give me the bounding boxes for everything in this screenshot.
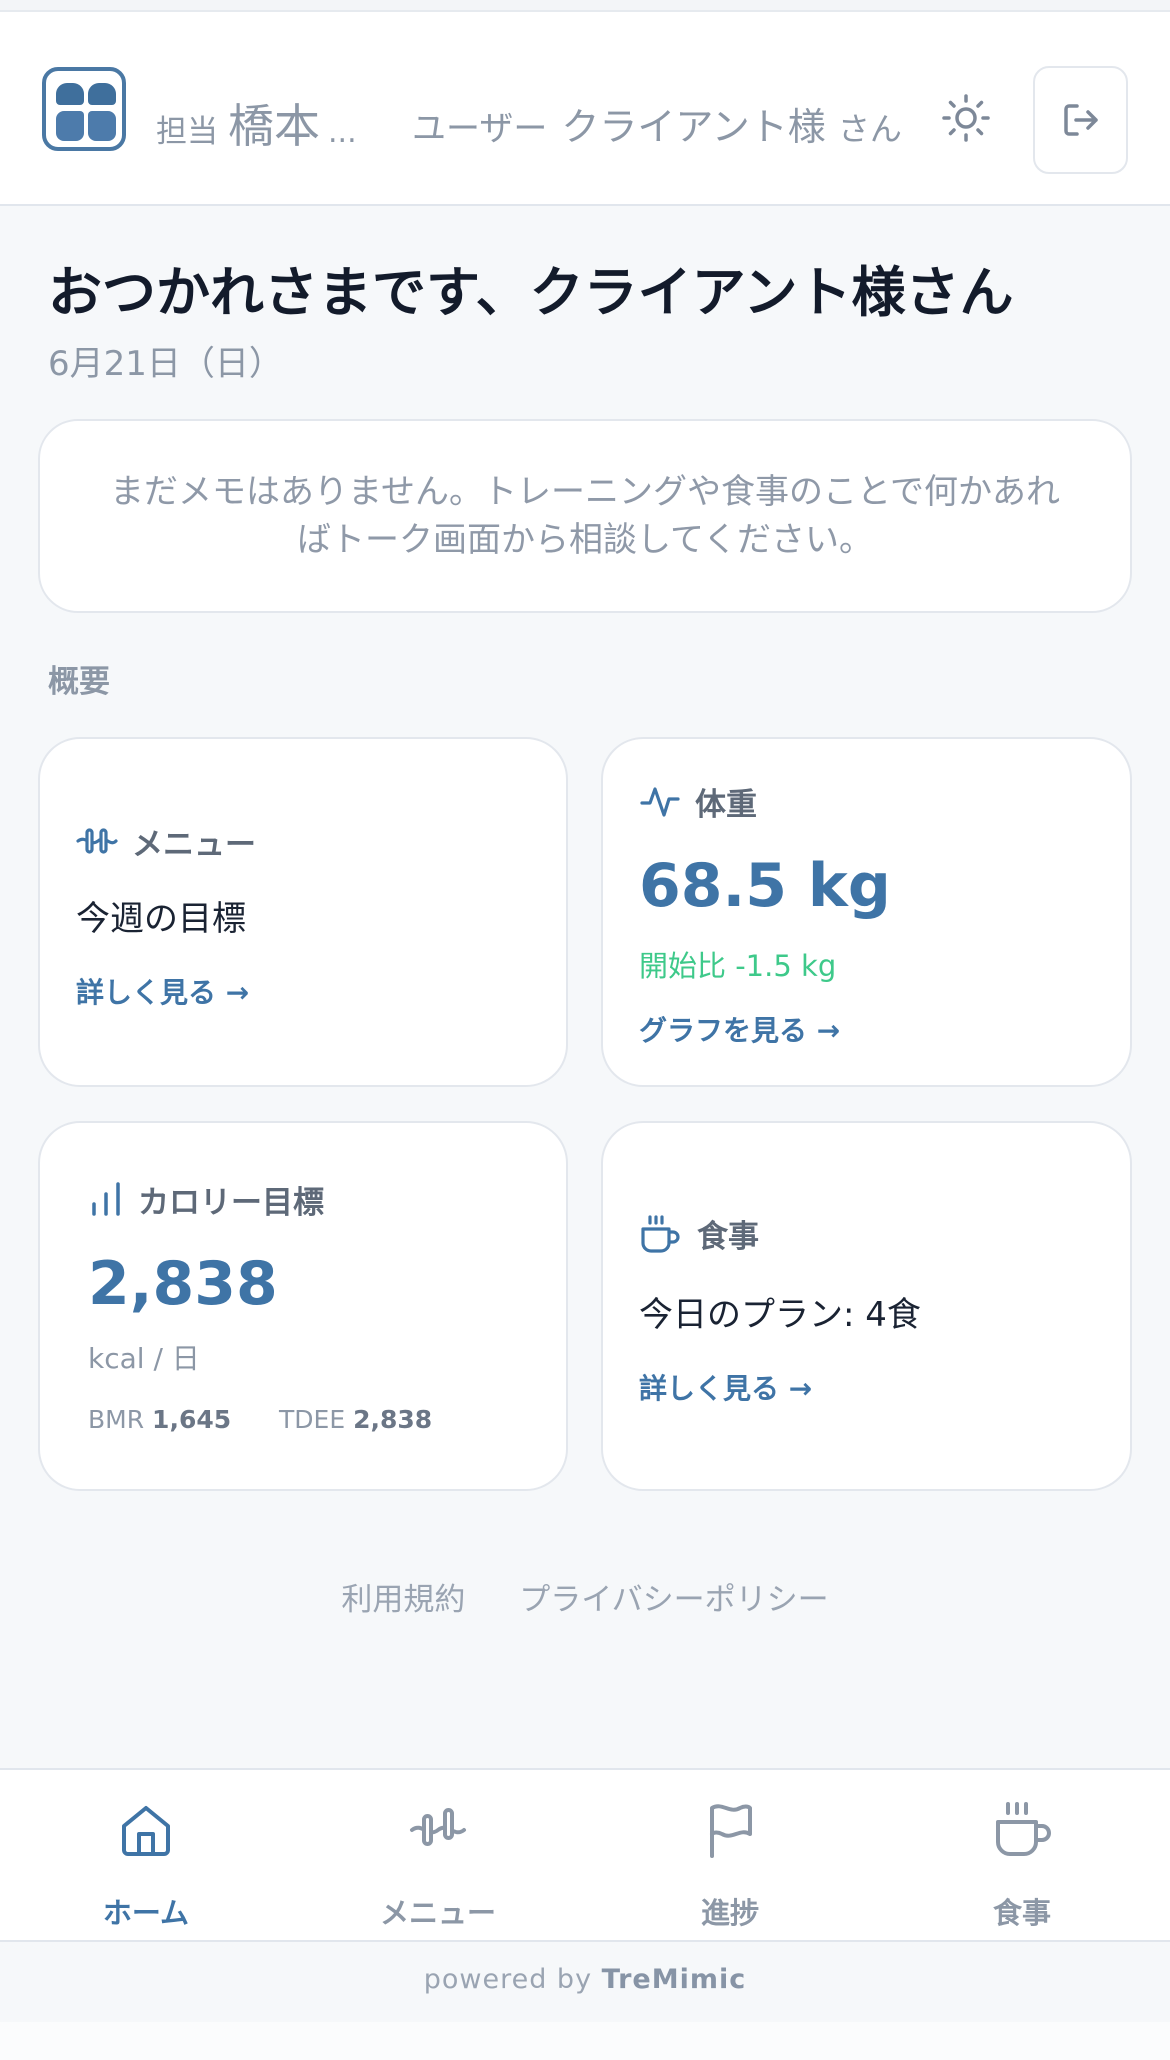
footer-links: 利用規約 プライバシーポリシー bbox=[0, 1574, 1170, 1619]
calorie-unit: kcal / 日 bbox=[88, 1342, 200, 1375]
dumbbell-icon bbox=[410, 1808, 466, 1846]
weight-diff: 開始比 -1.5 kg bbox=[639, 949, 837, 983]
calorie-card: カロリー目標 2,838 kcal / 日 BMR 1,645 TDEE 2,8… bbox=[38, 1121, 568, 1491]
menu-card-title: メニュー bbox=[132, 827, 256, 863]
activity-pulse-icon bbox=[640, 786, 680, 817]
nav-item-home[interactable]: ホーム bbox=[0, 1770, 292, 1944]
status-strip bbox=[0, 0, 1170, 12]
app-logo-icon bbox=[42, 67, 126, 151]
nav-item-progress[interactable]: 進捗 bbox=[584, 1770, 876, 1944]
nav-item-meal[interactable]: 食事 bbox=[876, 1770, 1168, 1944]
memo-empty-text: まだメモはありません。トレーニングや食事のことで何かあればトーク画面から相談して… bbox=[110, 472, 1060, 560]
meal-plan-text: 今日のプラン: 4食 bbox=[639, 1295, 921, 1335]
app-header: 担当 橋本 ... ユーザー クライアント様 さん bbox=[0, 12, 1170, 206]
coffee-cup-icon bbox=[641, 1214, 680, 1253]
logout-button[interactable] bbox=[1033, 66, 1128, 174]
powered-by: powered by TreMimic bbox=[0, 1964, 1170, 1995]
bottom-strip bbox=[0, 2022, 1170, 2060]
bottom-navigation: ホーム メニュー 進捗 食事 bbox=[0, 1768, 1170, 1942]
weight-value: 68.5 kg bbox=[639, 851, 891, 921]
weight-card[interactable]: 体重 68.5 kg 開始比 -1.5 kg グラフを見る → bbox=[601, 737, 1132, 1087]
overview-heading: 概要 bbox=[48, 664, 110, 700]
powered-prefix: powered by bbox=[423, 1964, 593, 1995]
powered-brand: TreMimic bbox=[601, 1964, 747, 1995]
meal-detail-link[interactable]: 詳しく見る → bbox=[639, 1367, 812, 1407]
user-label: ユーザー bbox=[412, 109, 548, 149]
dumbbell-icon bbox=[76, 827, 118, 854]
menu-detail-link[interactable]: 詳しく見る → bbox=[76, 971, 249, 1011]
calorie-card-title: カロリー目標 bbox=[138, 1185, 324, 1221]
home-icon bbox=[122, 1806, 170, 1856]
menu-card[interactable]: メニュー 今週の目標 詳しく見る → bbox=[38, 737, 568, 1087]
nav-label-menu: メニュー bbox=[379, 1896, 496, 1930]
nav-label-home: ホーム bbox=[102, 1896, 190, 1930]
greeting-title: おつかれさまです、クライアント様さん bbox=[48, 261, 1014, 324]
trainer-name: 橋本 bbox=[228, 99, 320, 153]
nav-item-menu[interactable]: メニュー bbox=[292, 1770, 584, 1944]
terms-link[interactable]: 利用規約 bbox=[341, 1582, 465, 1618]
user-suffix: さん bbox=[837, 110, 902, 148]
flag-icon bbox=[710, 1804, 752, 1858]
nav-label-meal: 食事 bbox=[992, 1896, 1051, 1930]
meal-card-title: 食事 bbox=[697, 1219, 759, 1255]
trainer-info: 担当 橋本 ... bbox=[156, 90, 357, 153]
bar-chart-icon bbox=[92, 1181, 120, 1216]
bmr-label: BMR bbox=[88, 1405, 145, 1434]
current-date: 6月21日（日） bbox=[48, 344, 283, 384]
privacy-policy-link[interactable]: プライバシーポリシー bbox=[519, 1582, 828, 1618]
tdee-value: 2,838 bbox=[353, 1405, 433, 1434]
logout-icon bbox=[1063, 104, 1098, 136]
calorie-stats: BMR 1,645 TDEE 2,838 bbox=[88, 1405, 432, 1434]
user-name: クライアント様 bbox=[561, 105, 826, 149]
bmr-value: 1,645 bbox=[152, 1405, 232, 1434]
calorie-value: 2,838 bbox=[88, 1249, 278, 1319]
tdee-label: TDEE bbox=[279, 1405, 346, 1434]
weight-card-title: 体重 bbox=[695, 787, 757, 823]
meal-card[interactable]: 食事 今日のプラン: 4食 詳しく見る → bbox=[601, 1121, 1132, 1491]
weight-graph-link[interactable]: グラフを見る → bbox=[639, 1009, 840, 1049]
nav-label-progress: 進捗 bbox=[700, 1896, 759, 1930]
menu-card-body: 今週の目標 bbox=[76, 899, 246, 939]
trainer-label: 担当 bbox=[156, 114, 218, 150]
coffee-cup-icon bbox=[996, 1802, 1051, 1856]
memo-card: まだメモはありません。トレーニングや食事のことで何かあればトーク画面から相談して… bbox=[38, 419, 1132, 613]
theme-toggle-sun-icon[interactable] bbox=[940, 92, 992, 144]
user-info: ユーザー クライアント様 さん bbox=[412, 96, 902, 151]
trainer-name-ellipsis: ... bbox=[328, 115, 357, 150]
